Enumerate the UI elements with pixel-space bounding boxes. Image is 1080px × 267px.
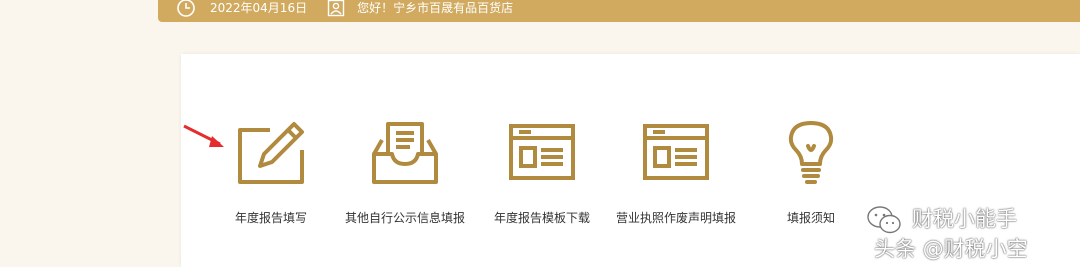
browser-window-icon <box>643 124 709 180</box>
current-date: 2022年04月16日 <box>210 0 308 15</box>
clock-icon <box>176 0 196 18</box>
menu-item-filing-instructions[interactable]: 填报须知 <box>741 54 881 267</box>
menu-item-other-disclosure[interactable]: 其他自行公示信息填报 <box>335 54 475 267</box>
user-icon <box>327 0 345 17</box>
watermark-account-name: 财税小能手 <box>912 207 1017 231</box>
menu-label: 年度报告模板下载 <box>493 211 590 225</box>
menu-label: 营业执照作废声明填报 <box>615 211 736 225</box>
lightbulb-icon <box>788 121 834 184</box>
wechat-icon <box>867 206 901 234</box>
inbox-tray-icon <box>372 122 438 184</box>
top-header-bar: 2022年04月16日 您好！宁乡市百晟有品百货店 <box>158 0 1080 22</box>
menu-label: 填报须知 <box>786 211 835 225</box>
menu-label: 其他自行公示信息填报 <box>344 211 465 225</box>
greeting-text: 您好！宁乡市百晟有品百货店 <box>357 0 514 15</box>
menu-item-license-void-declaration[interactable]: 营业执照作废声明填报 <box>606 54 746 267</box>
pencil-edit-icon <box>238 122 304 184</box>
watermark-source: 头条 @财税小空 <box>874 237 1028 261</box>
menu-item-template-download[interactable]: 年度报告模板下载 <box>472 54 612 267</box>
menu-label: 年度报告填写 <box>234 211 307 225</box>
browser-window-icon <box>509 124 575 180</box>
red-pointer-arrow <box>183 124 224 147</box>
menu-item-annual-report-fill[interactable]: 年度报告填写 <box>201 54 341 267</box>
